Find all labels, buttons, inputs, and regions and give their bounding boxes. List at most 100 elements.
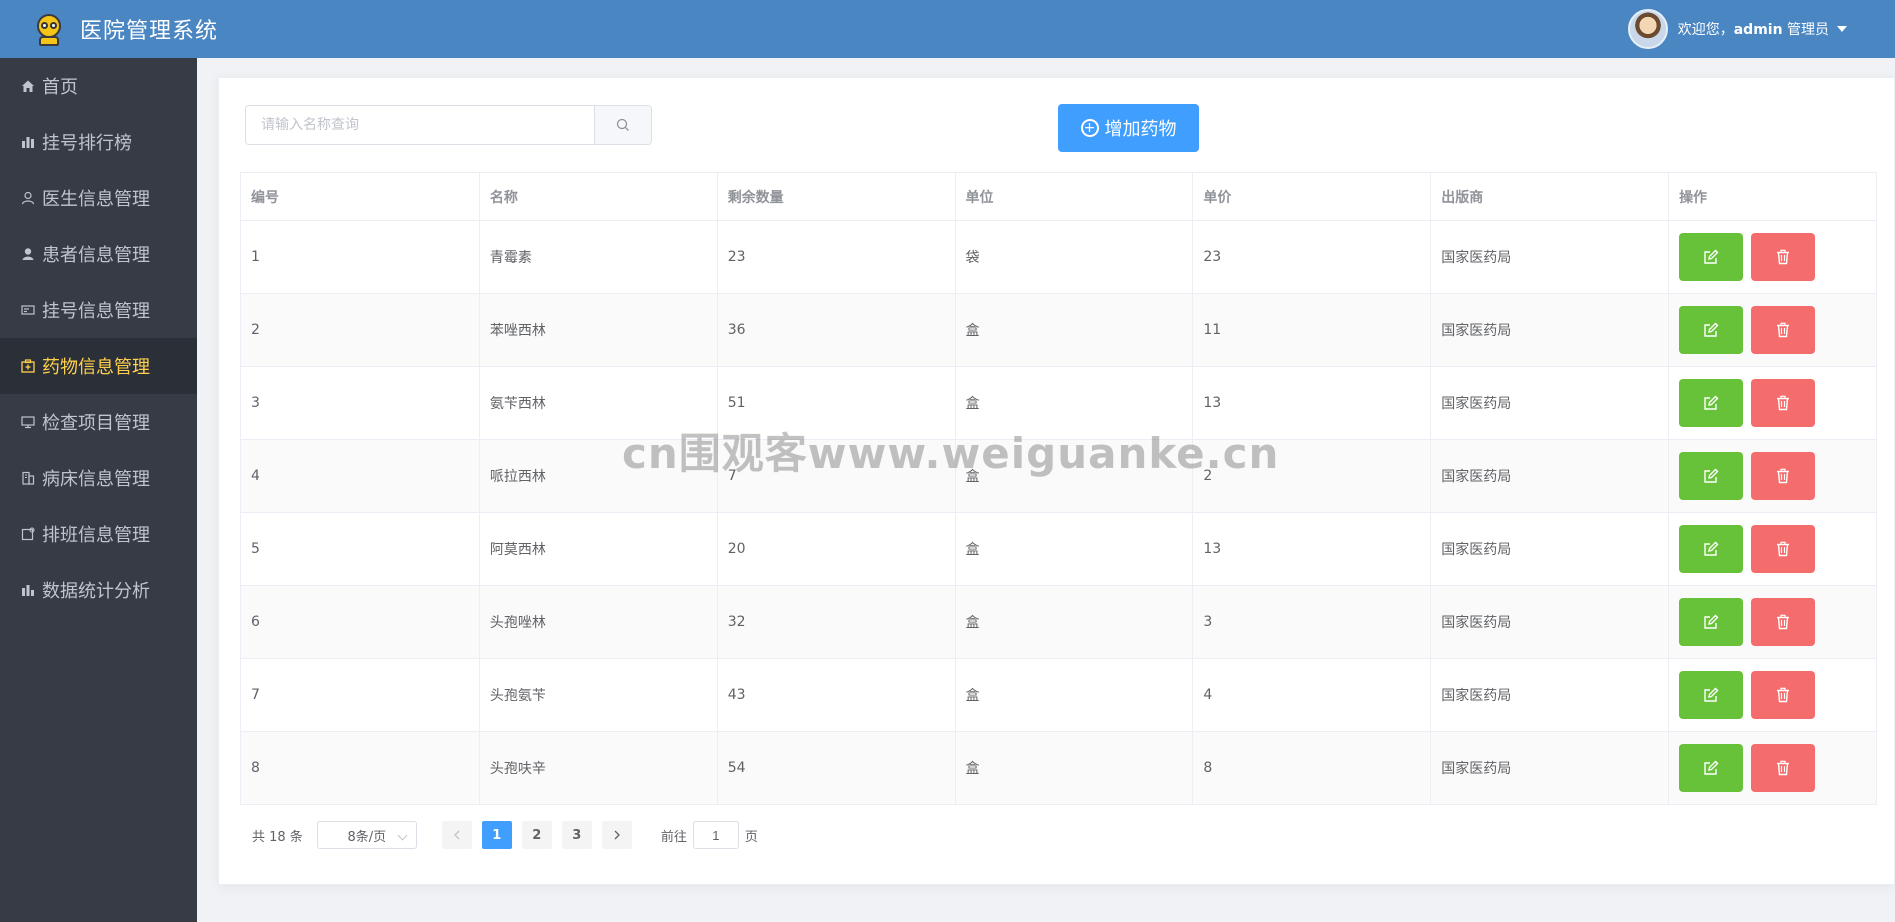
table-cell: 1 [240,220,480,294]
sidebar-item-label: 患者信息管理 [42,245,150,266]
sidebar-item-5[interactable]: 药物信息管理 [0,338,197,394]
column-header: 单价 [1192,172,1432,221]
table-cell: 2 [240,293,480,367]
next-page-button[interactable] [601,821,632,849]
chevron-right-icon [614,830,620,840]
main-card: + 增加药物 编号名称剩余数量单位单价出版商操作 1青霉素23袋23国家医药局2… [218,77,1895,885]
chevron-left-icon [453,830,460,840]
delete-button[interactable] [1751,744,1816,792]
monitor-icon [20,414,36,430]
sidebar-item-6[interactable]: 检查项目管理 [0,394,197,450]
table-cell: 20 [717,512,956,586]
sidebar-item-8[interactable]: 排班信息管理 [0,506,197,562]
user-role: 管理员 [1787,22,1829,38]
caret-down-icon[interactable] [1837,26,1847,32]
table-cell: 国家医药局 [1430,512,1670,586]
edit-icon [1703,249,1719,265]
edit-icon [1703,687,1719,703]
user-menu[interactable]: 欢迎您，admin 管理员 [1627,8,1847,50]
chart-icon [20,582,36,598]
column-header: 编号 [240,172,480,221]
sidebar-item-1[interactable]: 挂号排行榜 [0,114,197,170]
sidebar-item-2[interactable]: 医生信息管理 [0,170,197,226]
sidebar-item-label: 数据统计分析 [42,581,150,602]
edit-icon [1703,541,1719,557]
delete-button[interactable] [1751,525,1816,573]
actions-cell [1668,585,1877,659]
table-cell: 袋 [955,220,1194,294]
circle-plus-icon: + [1080,119,1099,137]
table-header-row: 编号 名称 剩余数量 单位 单价 出版商 操作 [240,172,1877,221]
page-button[interactable]: 1 [481,821,512,849]
sidebar-item-label: 检查项目管理 [42,413,150,434]
trash-icon [1775,614,1791,630]
total-count: 共 18 条 [252,829,303,845]
sidebar-item-0[interactable]: 首页 [0,58,197,114]
sidebar-item-label: 挂号排行榜 [42,133,132,154]
edit-button[interactable] [1679,525,1744,573]
trash-icon [1775,322,1791,338]
delete-button[interactable] [1751,379,1816,427]
table-cell: 23 [717,220,956,294]
table-cell: 43 [717,658,956,732]
actions-cell [1668,731,1877,805]
page-button[interactable]: 2 [521,821,552,849]
edit-button[interactable] [1679,233,1744,281]
table-row: 5 阿莫西林 20 盒 13 国家医药局 [240,512,1877,586]
table-cell: 23 [1192,220,1432,294]
actions-cell [1668,658,1877,732]
medicine-table: 编号 名称 剩余数量 单位 单价 出版商 操作 1 青霉素 23 袋 23 国家医药局 2 苯唑西林 36 盒… [240,172,1877,805]
trash-icon [1775,687,1791,703]
avatar[interactable] [1627,9,1668,49]
goto-page: 前往 页 [661,821,758,849]
home-icon [20,78,36,94]
column-header: 操作 [1668,172,1877,221]
edit-button[interactable] [1679,452,1744,500]
edit-button[interactable] [1679,379,1744,427]
table-cell: 国家医药局 [1430,220,1670,294]
search-bar [245,105,652,145]
page-size-value: 8条/页 [347,829,387,845]
table-cell: 盒 [955,293,1194,367]
edit-icon [1703,322,1719,338]
page-numbers: 123 [477,821,597,849]
sidebar-item-label: 挂号信息管理 [42,301,150,322]
table-cell: 11 [1192,293,1432,367]
add-medicine-button[interactable]: + 增加药物 [1058,104,1199,152]
edit-icon [1703,760,1719,776]
edit-button[interactable] [1679,671,1744,719]
goto-page-input[interactable] [692,821,739,849]
sidebar-item-4[interactable]: 挂号信息管理 [0,282,197,338]
table-cell: 8 [1192,731,1432,805]
welcome-prefix: 欢迎您， [1677,22,1734,38]
table-cell: 头孢氨苄 [479,658,718,732]
delete-button[interactable] [1751,598,1816,646]
add-medicine-label: 增加药物 [1104,119,1177,140]
column-header: 剩余数量 [717,172,956,221]
delete-button[interactable] [1751,233,1816,281]
page-size-select[interactable]: 8条/页 [316,821,417,849]
edit-button[interactable] [1679,306,1744,354]
table-cell: 54 [717,731,956,805]
sidebar-item-9[interactable]: 数据统计分析 [0,562,197,618]
page-button[interactable]: 3 [561,821,592,849]
search-button[interactable] [594,106,651,144]
delete-button[interactable] [1751,671,1816,719]
watermark: cn围观客www.weiguanke.cn [622,429,1280,478]
table-row: 2 苯唑西林 36 盒 11 国家医药局 [240,293,1877,367]
edit-button[interactable] [1679,598,1744,646]
table-cell: 36 [717,293,956,367]
delete-button[interactable] [1751,452,1816,500]
table-cell: 国家医药局 [1430,731,1670,805]
sidebar-item-7[interactable]: 病床信息管理 [0,450,197,506]
table-cell: 阿莫西林 [479,512,718,586]
edit-button[interactable] [1679,744,1744,792]
table-cell: 头孢呋辛 [479,731,718,805]
table-cell: 国家医药局 [1430,585,1670,659]
table-cell: 6 [240,585,480,659]
search-icon [616,118,629,131]
prev-page-button[interactable] [441,821,472,849]
delete-button[interactable] [1751,306,1816,354]
search-input[interactable] [246,106,594,144]
sidebar-item-3[interactable]: 患者信息管理 [0,226,197,282]
